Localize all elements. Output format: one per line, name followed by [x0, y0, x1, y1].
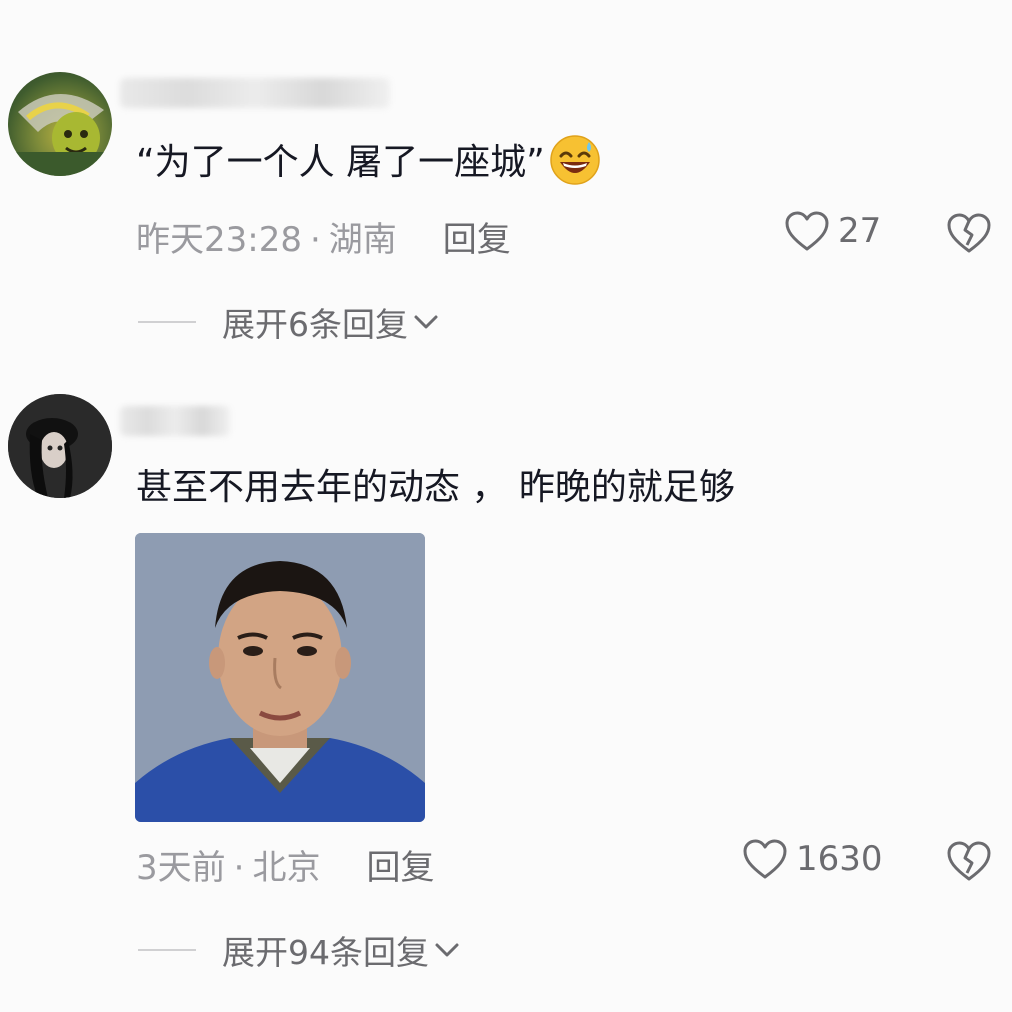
comment-image[interactable] [135, 533, 425, 822]
expand-replies-label: 展开6条回复 [222, 305, 408, 344]
like-count: 27 [838, 211, 882, 251]
expand-replies-button[interactable]: 展开94条回复 [138, 926, 461, 974]
chevron-down-icon [414, 315, 438, 329]
avatar[interactable] [8, 72, 112, 176]
like-count: 1630 [796, 839, 883, 879]
comment-meta: 3天前 · 北京 回复 [136, 840, 434, 889]
dislike-button[interactable] [946, 211, 992, 255]
chevron-down-icon [435, 943, 459, 957]
broken-heart-icon [947, 841, 991, 881]
like-button[interactable]: 1630 [742, 838, 883, 880]
comment-item: “为了一个人 屠了一座城” 昨天23:28 · 湖南 回复 27 展开6条回复 [0, 0, 1012, 370]
expand-replies-label: 展开94条回复 [222, 933, 429, 972]
meta-separator: · [233, 848, 245, 888]
grinning-sweat-emoji-icon [549, 134, 601, 186]
comment-location: 北京 [252, 848, 321, 888]
username-blurred[interactable] [120, 78, 390, 108]
expand-divider [138, 949, 196, 951]
comment-location: 湖南 [328, 220, 397, 260]
comment-time: 3天前 [136, 848, 226, 888]
username-blurred[interactable] [120, 406, 230, 436]
expand-replies-button[interactable]: 展开6条回复 [138, 298, 440, 346]
comment-time: 昨天23:28 [136, 220, 302, 260]
reply-button[interactable]: 回复 [366, 848, 434, 888]
reply-button[interactable]: 回复 [443, 220, 511, 260]
heart-outline-icon [785, 211, 829, 251]
comment-text-body: “为了一个人 屠了一座城” [136, 142, 545, 183]
avatar[interactable] [8, 394, 112, 498]
comment-text: 甚至不用去年的动态 ， 昨晚的就足够 [136, 467, 735, 508]
comment-meta: 昨天23:28 · 湖南 回复 [136, 212, 511, 261]
comment-item: 甚至不用去年的动态 ， 昨晚的就足够 3天前 · 北京 回复 1630 展开94… [0, 370, 1012, 1012]
broken-heart-icon [947, 213, 991, 253]
meta-separator: · [309, 220, 321, 260]
dislike-button[interactable] [946, 839, 992, 883]
like-button[interactable]: 27 [784, 210, 881, 252]
expand-divider [138, 321, 196, 323]
comment-text: “为了一个人 屠了一座城” [136, 135, 601, 190]
heart-outline-icon [743, 839, 787, 879]
